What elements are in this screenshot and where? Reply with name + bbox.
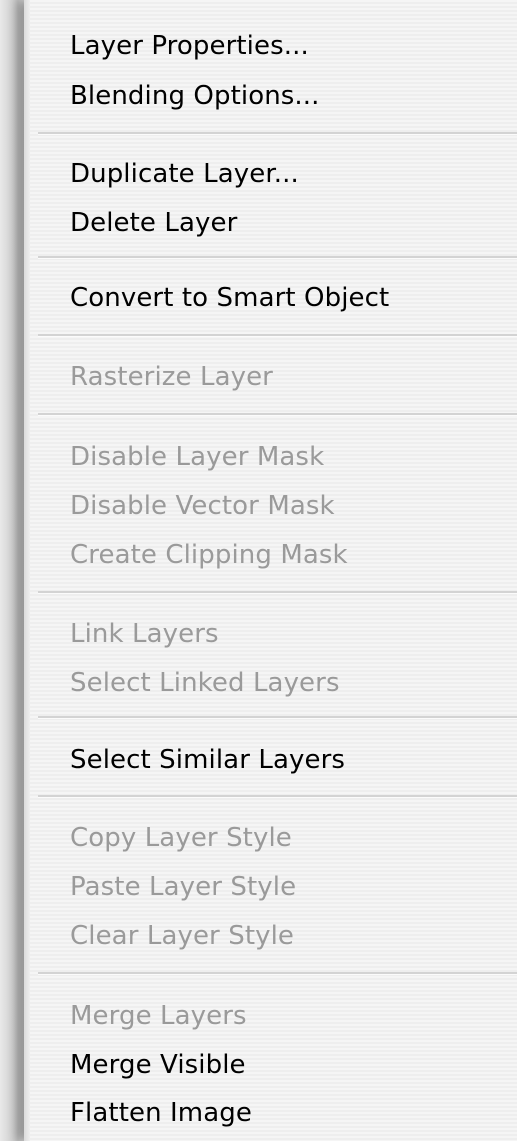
menu-separator (38, 334, 517, 337)
menu-item-disable-layer-mask[interactable]: Disable Layer Mask (70, 435, 324, 479)
menu-item-merge-visible[interactable]: Merge Visible (70, 1043, 246, 1087)
menu-item-convert-to-smart-object[interactable]: Convert to Smart Object (70, 276, 389, 320)
menu-item-paste-layer-style[interactable]: Paste Layer Style (70, 865, 296, 909)
menu-item-clear-layer-style[interactable]: Clear Layer Style (70, 914, 294, 958)
menu-item-merge-layers[interactable]: Merge Layers (70, 994, 247, 1038)
menu-item-create-clipping-mask[interactable]: Create Clipping Mask (70, 533, 348, 577)
menu-separator (38, 795, 517, 798)
menu-item-delete-layer[interactable]: Delete Layer (70, 201, 237, 245)
menu-separator (38, 591, 517, 594)
menu-item-layer-properties[interactable]: Layer Properties... (70, 24, 309, 68)
menu-separator (38, 413, 517, 416)
menu-item-rasterize-layer[interactable]: Rasterize Layer (70, 355, 273, 399)
layer-context-menu: Layer Properties... Blending Options... … (30, 0, 517, 1141)
menu-item-flatten-image[interactable]: Flatten Image (70, 1091, 252, 1135)
menu-item-select-linked-layers[interactable]: Select Linked Layers (70, 661, 340, 705)
menu-separator (38, 132, 517, 135)
menu-item-link-layers[interactable]: Link Layers (70, 612, 219, 656)
menu-separator (38, 972, 517, 975)
menu-item-select-similar-layers[interactable]: Select Similar Layers (70, 738, 345, 782)
menu-item-copy-layer-style[interactable]: Copy Layer Style (70, 816, 292, 860)
menu-item-blending-options[interactable]: Blending Options... (70, 74, 320, 118)
menu-separator (38, 256, 517, 259)
menu-separator (38, 716, 517, 719)
menu-item-disable-vector-mask[interactable]: Disable Vector Mask (70, 484, 335, 528)
menu-item-duplicate-layer[interactable]: Duplicate Layer... (70, 152, 299, 196)
